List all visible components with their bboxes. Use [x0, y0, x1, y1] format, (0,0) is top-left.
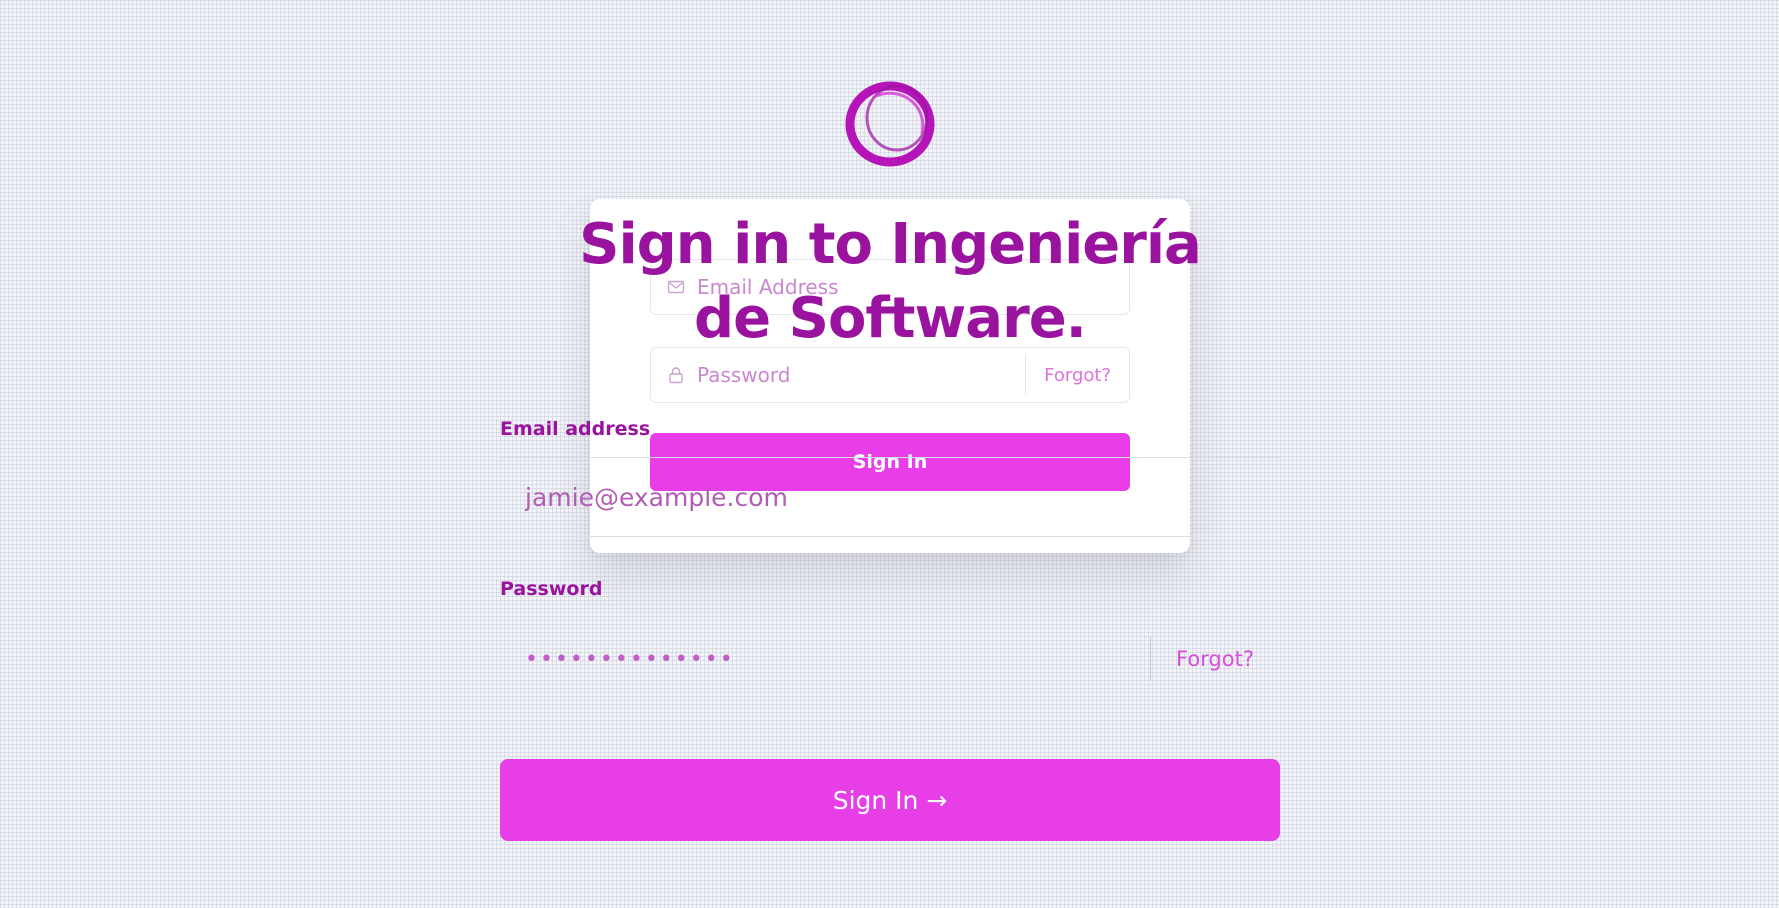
- ring-logo-icon: [840, 78, 940, 170]
- email-label: Email address: [500, 418, 651, 440]
- ghost-password-placeholder: Password: [697, 363, 791, 387]
- page-title: Sign in to Ingeniería de Software.: [579, 212, 1202, 351]
- ghost-forgot-link[interactable]: Forgot?: [1044, 365, 1111, 386]
- password-divider: [1149, 637, 1151, 681]
- password-input[interactable]: [500, 628, 1150, 690]
- password-label: Password: [500, 578, 603, 600]
- email-input[interactable]: [500, 466, 1280, 528]
- ghost-divider: [1025, 355, 1027, 395]
- password-field-row: Forgot?: [500, 619, 1280, 699]
- email-field-row: [500, 457, 1280, 537]
- lock-icon: [665, 364, 687, 386]
- sign-in-button[interactable]: Sign In →: [500, 759, 1280, 841]
- forgot-password-link[interactable]: Forgot?: [1176, 647, 1254, 671]
